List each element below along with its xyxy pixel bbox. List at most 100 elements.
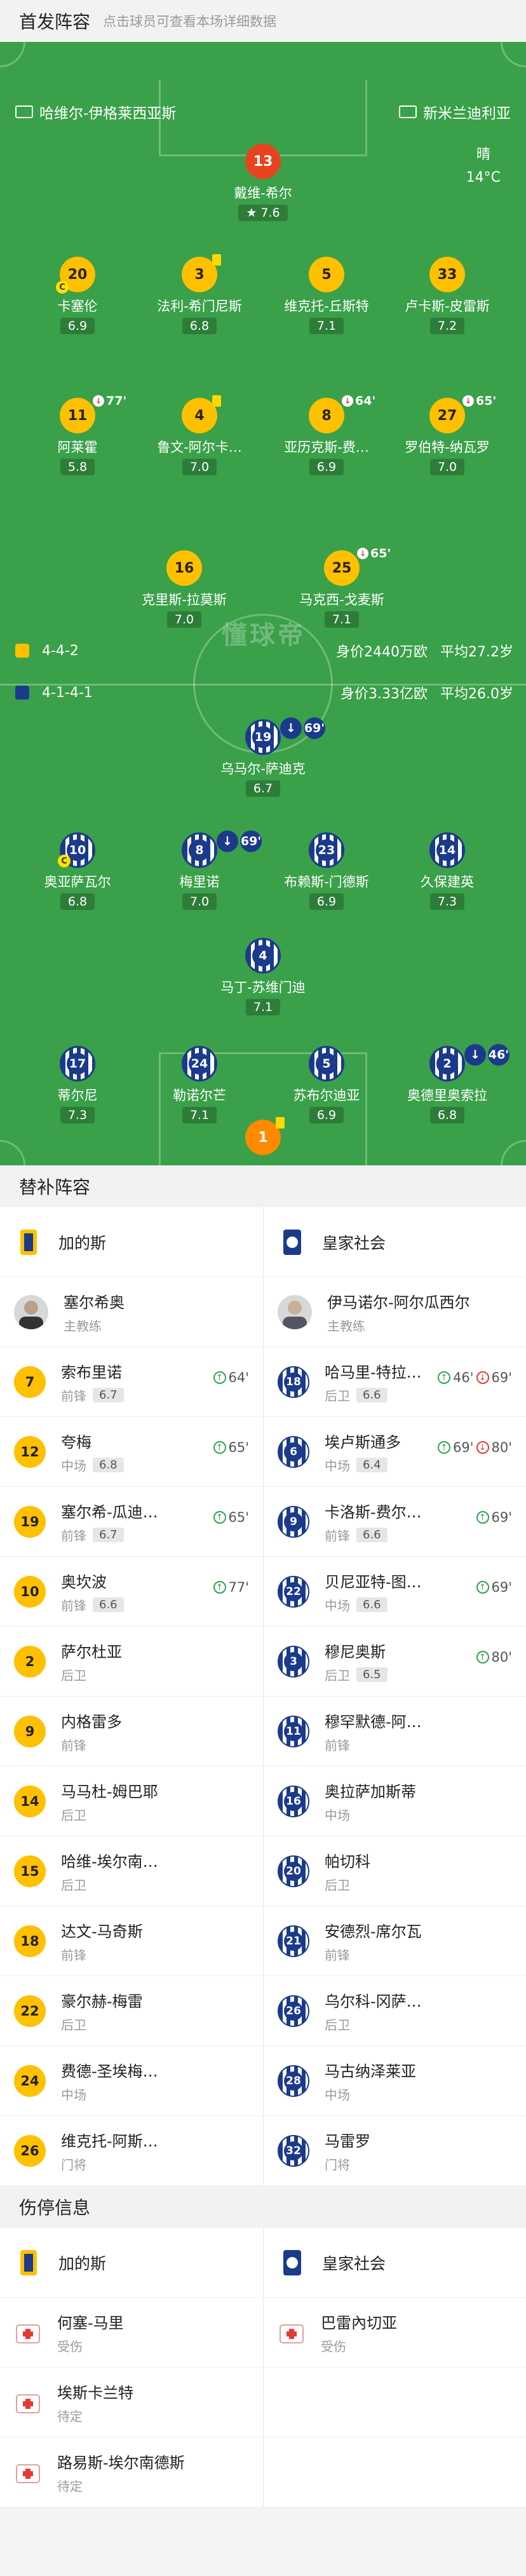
- coach-role: 主教练: [64, 1318, 102, 1334]
- sub-player-row[interactable]: 16 奥拉萨加斯蒂 中场: [264, 1766, 526, 1836]
- player-rating: 7.0: [182, 459, 217, 475]
- sub-player-name: 内格雷多: [61, 1712, 122, 1731]
- injury-row[interactable]: 巴雷內切亚 受伤: [264, 2298, 526, 2368]
- player-number-badge: 26: [14, 2134, 46, 2167]
- sub-player-meta: 中场 6.6: [325, 1596, 422, 1614]
- sub-player-position: 前锋: [61, 1528, 86, 1543]
- player-card[interactable]: 13 戴维-希尔 ★ 7.6: [199, 144, 327, 221]
- player-card[interactable]: 4 马丁-苏维门迪 7.1: [199, 938, 327, 1015]
- sub-player-name: 塞尔希-瓜迪…: [61, 1503, 158, 1521]
- player-card[interactable]: 2 ↓ 46' 奥德里奥索拉 6.8: [384, 1044, 511, 1123]
- player-rating: 6.8: [60, 893, 95, 910]
- sub-player-row[interactable]: 11 穆罕默德-阿… 前锋: [264, 1697, 526, 1766]
- sub-player-row[interactable]: 6 埃卢斯通多 中场 6.4 ↑ 69' ↓ 80': [264, 1417, 526, 1487]
- sub-player-row[interactable]: 7 索布里诺 前锋 6.7 ↑ 64': [0, 1347, 263, 1417]
- sub-player-meta: 前锋: [325, 1735, 422, 1754]
- injury-row[interactable]: 埃斯卡兰特 待定: [0, 2368, 263, 2437]
- player-card[interactable]: 5 维克托-丘斯特 7.1: [263, 257, 390, 334]
- cadiz-logo-icon: [15, 644, 29, 658]
- player-card[interactable]: 24 勒诺尔芒 7.1: [136, 1046, 263, 1123]
- player-card[interactable]: 25 ↓ 65' 马克西-戈麦斯 7.1: [278, 546, 405, 628]
- sub-event: ↑ 69' ↓ 80': [438, 1440, 512, 1455]
- sub-player-position: 后卫: [325, 1388, 350, 1404]
- sub-player-row[interactable]: 21 安德烈-席尔瓦 前锋: [264, 1906, 526, 1976]
- sub-player-row[interactable]: 22 贝尼亚特-图… 中场 6.6 ↑ 69': [264, 1557, 526, 1627]
- player-card[interactable]: 33 卢卡斯-皮雷斯 7.2: [384, 257, 511, 334]
- sub-player-position: 前锋: [325, 1947, 350, 1963]
- injury-status: 待定: [57, 2408, 83, 2424]
- player-rating: ★ 7.6: [238, 205, 288, 221]
- sub-event: ↑ 69': [476, 1510, 512, 1525]
- sub-player-name: 达文-马奇斯: [61, 1922, 143, 1941]
- player-card[interactable]: 23 布赖斯-门德斯 6.9: [263, 832, 390, 910]
- player-card[interactable]: 11 ↓ 77' 阿莱霍 5.8: [14, 394, 141, 475]
- sub-player-row[interactable]: 2 萨尔杜亚 后卫: [0, 1627, 263, 1697]
- player-name: 苏布尔迪亚: [293, 1088, 360, 1103]
- sub-player-row[interactable]: 22 豪尔赫-梅雷 后卫: [0, 1976, 263, 2046]
- sub-player-row[interactable]: 18 达文-马奇斯 前锋: [0, 1906, 263, 1976]
- player-card[interactable]: 8 ↓ 64' 亚历克斯-费… 6.9: [263, 394, 390, 475]
- sub-player-row[interactable]: 26 维克托-阿斯… 门将: [0, 2116, 263, 2186]
- sociedad-subs-column: 皇家社会 伊马诺尔-阿尔瓜西尔 主教练 18 哈马里-特拉… 后卫 6.6 ↑ 46' ↓ 69…: [263, 1207, 526, 2186]
- sociedad-team-name: 皇家社会: [322, 2254, 386, 2273]
- sub-player-position: 中场: [61, 2087, 86, 2103]
- sub-player-row[interactable]: 3 穆尼奥斯 后卫 6.5 ↑ 80': [264, 1627, 526, 1697]
- sub-in-icon: ↑: [213, 1371, 226, 1384]
- player-card[interactable]: 3 法利-希门尼斯 6.8: [136, 254, 263, 334]
- player-name: 奥德里奥索拉: [407, 1088, 487, 1103]
- sub-player-rating: 6.6: [356, 1597, 388, 1612]
- player-rating: 7.1: [309, 318, 344, 334]
- player-card[interactable]: 8 ↓ 69' 梅里诺 7.0: [136, 830, 263, 910]
- sub-player-row[interactable]: 28 马古纳泽莱亚 中场: [264, 2046, 526, 2116]
- player-card[interactable]: 5 苏布尔迪亚 6.9: [263, 1046, 390, 1123]
- injury-row[interactable]: 何塞-马里 受伤: [0, 2298, 263, 2368]
- player-card[interactable]: 10 C 奥亚萨瓦尔 6.8: [14, 832, 141, 910]
- home-team-name: 哈维尔-伊格莱西亚斯: [39, 105, 177, 122]
- sub-player-row[interactable]: 32 马雷罗门将: [264, 2116, 526, 2186]
- sub-player-name: 马雷罗: [325, 2132, 370, 2150]
- injury-row[interactable]: 路易斯-埃尔南德斯 待定: [0, 2437, 263, 2507]
- sub-player-position: 后卫: [61, 1877, 86, 1893]
- player-card[interactable]: 20 C 卡塞伦 6.9: [14, 257, 141, 334]
- player-card[interactable]: 19 ↓ 69' 乌马尔-萨迪克 6.7: [199, 717, 327, 797]
- sub-player-row[interactable]: 9 卡洛斯-费尔… 前锋 6.6 ↑ 69': [264, 1487, 526, 1557]
- sub-player-row[interactable]: 19 塞尔希-瓜迪… 前锋 6.7 ↑ 65': [0, 1487, 263, 1557]
- sub-player-row[interactable]: 26 乌尔科-冈萨… 后卫: [264, 1976, 526, 2046]
- sub-event: ↑ 69': [476, 1580, 512, 1595]
- player-card[interactable]: 16 克里斯-拉莫斯 7.0: [121, 550, 248, 628]
- player-number-badge: 18: [278, 1366, 309, 1398]
- subs-header: 替补阵容: [0, 1165, 526, 1207]
- player-name: 戴维-希尔: [234, 186, 292, 201]
- sub-player-name: 奥拉萨加斯蒂: [325, 1782, 416, 1801]
- sub-player-position: 门将: [325, 2157, 350, 2173]
- player-card[interactable]: 14 久保建英 7.3: [384, 832, 511, 910]
- player-card[interactable]: 1: [199, 1117, 327, 1155]
- sub-player-meta: 前锋 6.6: [61, 1596, 124, 1614]
- sub-player-row[interactable]: 14 马马杜-姆巴耶 后卫: [0, 1766, 263, 1836]
- coach-avatar: [14, 1294, 48, 1329]
- player-card[interactable]: 17 蒂尔尼 7.3: [14, 1046, 141, 1123]
- away-team-name: 新米兰迪利亚: [423, 105, 511, 122]
- sub-event: ↑ 65': [213, 1440, 249, 1455]
- sub-player-row[interactable]: 12 夸梅 中场 6.8 ↑ 65': [0, 1417, 263, 1487]
- team-header-row: 加的斯: [0, 1207, 263, 1277]
- sub-in-icon: ↑: [213, 1511, 226, 1524]
- coach-name: 塞尔希奥: [64, 1293, 125, 1312]
- coach-row[interactable]: 塞尔希奥 主教练: [0, 1277, 263, 1347]
- coach-row[interactable]: 伊马诺尔-阿尔瓜西尔 主教练: [264, 1277, 526, 1347]
- player-number-badge: 32: [278, 2134, 309, 2167]
- player-number-badge: 21: [278, 1925, 309, 1957]
- sub-player-name: 穆罕默德-阿…: [325, 1712, 422, 1731]
- sub-out-icon: ↓: [280, 717, 302, 739]
- sub-player-row[interactable]: 20 帕切科 后卫: [264, 1836, 526, 1906]
- player-number-badge: 22: [14, 1995, 46, 2027]
- sub-player-position: 前锋: [61, 1388, 86, 1404]
- sub-player-row[interactable]: 18 哈马里-特拉… 后卫 6.6 ↑ 46' ↓ 69': [264, 1347, 526, 1417]
- sub-player-row[interactable]: 15 哈维-埃尔南… 后卫: [0, 1836, 263, 1906]
- sub-player-row[interactable]: 10 奥坎波 前锋 6.6 ↑ 77': [0, 1557, 263, 1627]
- lineup-title: 首发阵容: [19, 11, 91, 32]
- sub-player-row[interactable]: 9 内格雷多 前锋: [0, 1697, 263, 1766]
- player-card[interactable]: 4 鲁文-阿尔卡… 7.0: [136, 395, 263, 475]
- player-card[interactable]: 27 ↓ 65' 罗伯特-纳瓦罗 7.0: [384, 394, 511, 475]
- sub-player-row[interactable]: 24 费德-圣埃梅… 中场: [0, 2046, 263, 2116]
